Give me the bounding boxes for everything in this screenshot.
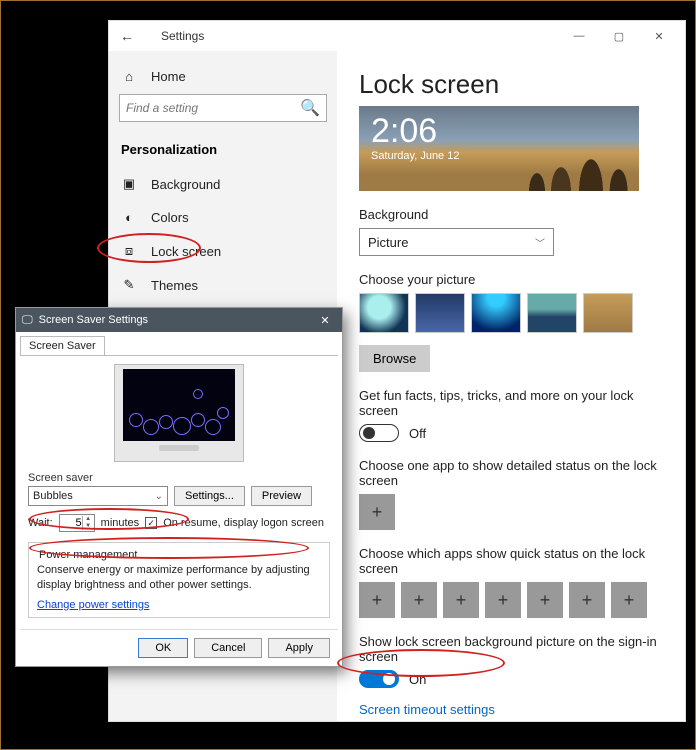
- picture-thumb[interactable]: [471, 293, 521, 333]
- sidebar-item-colors[interactable]: ◐ Colors: [109, 201, 337, 234]
- category-label: Personalization: [109, 132, 337, 167]
- sidebar-home[interactable]: ⌂ Home: [109, 61, 337, 92]
- app-title: Settings: [161, 29, 204, 43]
- add-quick-app-button[interactable]: +: [527, 582, 563, 618]
- cancel-button[interactable]: Cancel: [194, 638, 262, 658]
- search-icon: 🔍: [300, 98, 320, 118]
- lockscreen-page: Lock screen 2:06 Saturday, June 12 Backg…: [337, 51, 685, 721]
- apply-button[interactable]: Apply: [268, 638, 330, 658]
- wait-value[interactable]: [60, 517, 82, 529]
- add-quick-app-button[interactable]: +: [569, 582, 605, 618]
- signin-picture-label: Show lock screen background picture on t…: [359, 634, 663, 664]
- screensaver-value: Bubbles: [33, 490, 73, 502]
- add-detailed-app-button[interactable]: +: [359, 494, 395, 530]
- change-power-settings-link[interactable]: Change power settings: [37, 599, 150, 611]
- monitor-icon: 🖵: [22, 314, 33, 327]
- screensaver-select[interactable]: Bubbles ⌄: [28, 486, 168, 506]
- choose-picture-label: Choose your picture: [359, 272, 663, 287]
- dialog-titlebar: 🖵 Screen Saver Settings ✕: [16, 308, 342, 332]
- resume-label: On resume, display logon screen: [163, 517, 324, 529]
- power-management-group: Power management Conserve energy or maxi…: [28, 542, 330, 618]
- sidebar-item-background[interactable]: ▣ Background: [109, 167, 337, 201]
- add-quick-app-button[interactable]: +: [401, 582, 437, 618]
- fun-facts-state: Off: [409, 426, 426, 441]
- browse-button[interactable]: Browse: [359, 345, 430, 372]
- dialog-title: Screen Saver Settings: [39, 314, 148, 326]
- quick-status-label: Choose which apps show quick status on t…: [359, 546, 663, 576]
- search-field[interactable]: [126, 101, 300, 115]
- add-quick-app-button[interactable]: +: [443, 582, 479, 618]
- fun-facts-label: Get fun facts, tips, tricks, and more on…: [359, 388, 663, 418]
- home-label: Home: [151, 69, 186, 84]
- palette-icon: ◐: [121, 210, 137, 225]
- picture-thumbnails: [359, 293, 663, 333]
- ok-button[interactable]: OK: [138, 638, 188, 658]
- wait-label: Wait:: [28, 517, 53, 529]
- add-quick-app-button[interactable]: +: [485, 582, 521, 618]
- background-dropdown[interactable]: Picture ﹀: [359, 228, 554, 256]
- power-management-desc: Conserve energy or maximize performance …: [37, 563, 321, 593]
- lock-icon: ⧈: [121, 243, 137, 259]
- fun-facts-toggle[interactable]: [359, 424, 399, 442]
- background-label: Background: [359, 207, 663, 222]
- screensaver-preview-button[interactable]: Preview: [251, 486, 312, 506]
- sidebar-item-label: Background: [151, 177, 220, 192]
- picture-thumb[interactable]: [415, 293, 465, 333]
- sidebar-item-label: Themes: [151, 278, 198, 293]
- signin-picture-toggle[interactable]: [359, 670, 399, 688]
- page-title: Lock screen: [359, 69, 663, 100]
- power-management-title: Power management: [35, 549, 141, 561]
- search-input[interactable]: 🔍: [119, 94, 327, 122]
- sidebar-item-label: Colors: [151, 210, 189, 225]
- screensaver-preview-monitor: [114, 364, 244, 462]
- detailed-status-label: Choose one app to show detailed status o…: [359, 458, 663, 488]
- dialog-close-button[interactable]: ✕: [314, 314, 336, 327]
- back-icon[interactable]: ←: [115, 28, 139, 44]
- home-icon: ⌂: [121, 69, 137, 84]
- screen-timeout-link[interactable]: Screen timeout settings: [359, 702, 663, 717]
- screen-saver-dialog: 🖵 Screen Saver Settings ✕ Screen Saver S…: [15, 307, 343, 667]
- preview-time: 2:06: [371, 114, 627, 148]
- background-value: Picture: [368, 235, 408, 250]
- screensaver-group-label: Screen saver: [28, 472, 330, 484]
- maximize-button[interactable]: ▢: [599, 22, 639, 50]
- resume-checkbox[interactable]: ✓: [145, 517, 157, 529]
- settings-titlebar: ← Settings — ▢ ✕: [109, 21, 685, 51]
- picture-thumb[interactable]: [527, 293, 577, 333]
- lockscreen-preview: 2:06 Saturday, June 12: [359, 106, 639, 191]
- wait-unit: minutes: [101, 517, 140, 529]
- picture-thumb[interactable]: [583, 293, 633, 333]
- sidebar-item-lock-screen[interactable]: ⧈ Lock screen: [109, 234, 337, 268]
- add-quick-app-button[interactable]: +: [359, 582, 395, 618]
- chevron-down-icon: ﹀: [535, 235, 545, 250]
- close-button[interactable]: ✕: [639, 22, 679, 50]
- add-quick-app-button[interactable]: +: [611, 582, 647, 618]
- signin-picture-state: On: [409, 672, 426, 687]
- sidebar-item-label: Lock screen: [151, 244, 221, 259]
- chevron-down-icon: ⌄: [155, 491, 163, 502]
- tab-screen-saver[interactable]: Screen Saver: [20, 336, 105, 355]
- wait-minutes-input[interactable]: ▲▼: [59, 514, 95, 532]
- themes-icon: ✎: [121, 277, 137, 293]
- minimize-button[interactable]: —: [559, 22, 599, 50]
- sidebar-item-themes[interactable]: ✎ Themes: [109, 268, 337, 302]
- spinner-arrows-icon[interactable]: ▲▼: [82, 516, 94, 530]
- picture-thumb[interactable]: [359, 293, 409, 333]
- screensaver-settings-button[interactable]: Settings...: [174, 486, 245, 506]
- image-icon: ▣: [121, 176, 137, 192]
